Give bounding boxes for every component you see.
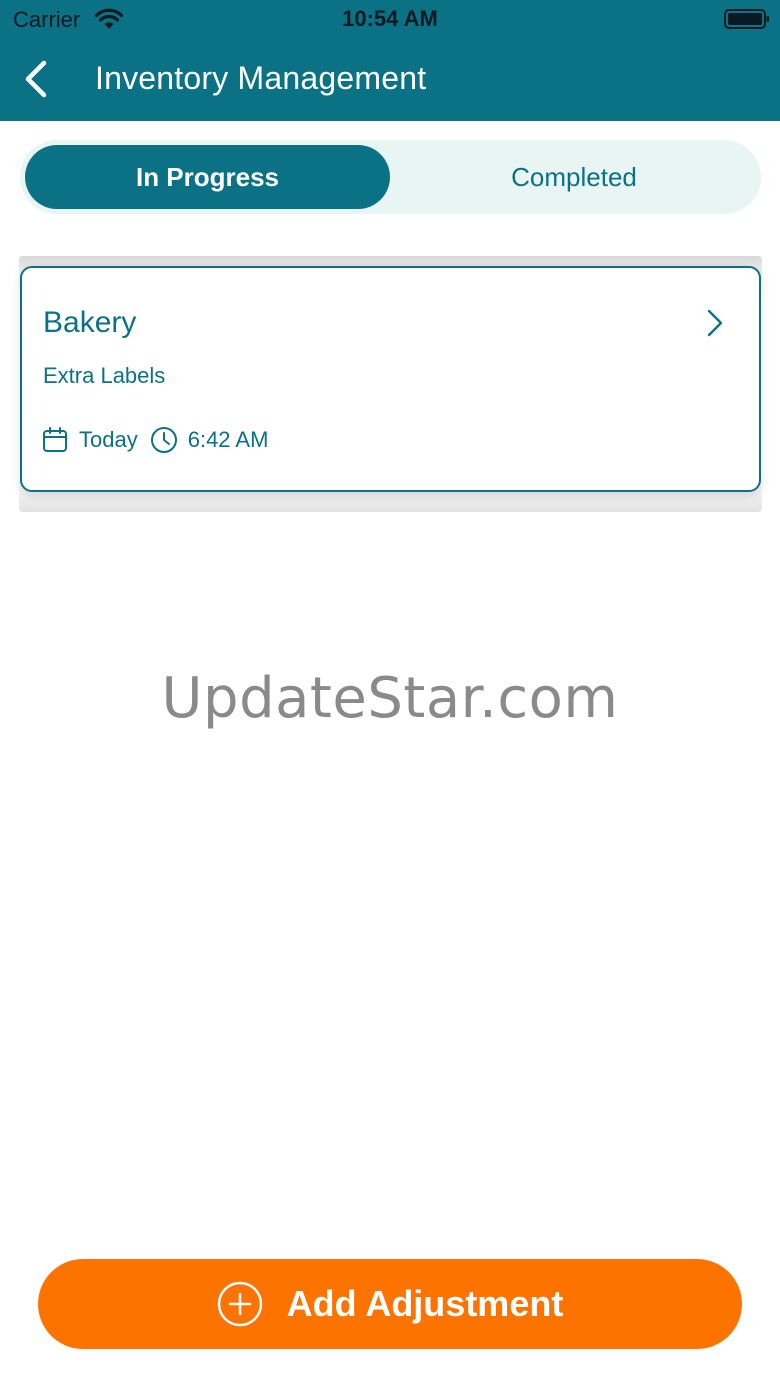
battery-icon <box>724 9 769 29</box>
item-meta: Today 6:42 AM <box>41 425 268 455</box>
tab-in-progress[interactable]: In Progress <box>25 145 390 209</box>
page-title: Inventory Management <box>95 60 427 96</box>
item-date: Today <box>79 427 138 452</box>
status-bar: Carrier 10:54 AM <box>0 0 780 40</box>
item-subtitle: Extra Labels <box>43 363 166 388</box>
status-time: 10:54 AM <box>342 6 438 31</box>
add-adjustment-label: Add Adjustment <box>286 1283 564 1324</box>
tab-completed[interactable]: Completed <box>392 145 756 209</box>
list-item[interactable]: Bakery Extra Labels Today 6:42 AM <box>20 266 761 492</box>
add-adjustment-button[interactable]: Add Adjustment <box>38 1259 742 1349</box>
back-button[interactable] <box>18 58 58 100</box>
item-title: Bakery <box>43 306 137 339</box>
nav-bar: Inventory Management <box>0 40 780 121</box>
app-header: Carrier 10:54 AM Inventory Management <box>0 0 780 121</box>
screen: Carrier 10:54 AM Inventory Management In… <box>0 0 780 1387</box>
status-segmented-control: In Progress Completed <box>20 140 761 214</box>
item-time: 6:42 AM <box>187 427 269 452</box>
calendar-icon <box>43 427 67 452</box>
chevron-right-icon <box>707 309 723 337</box>
chevron-left-icon <box>25 60 47 98</box>
plus-circle-icon <box>217 1281 262 1327</box>
clock-icon <box>150 427 177 453</box>
watermark: UpdateStar.com <box>161 666 619 731</box>
